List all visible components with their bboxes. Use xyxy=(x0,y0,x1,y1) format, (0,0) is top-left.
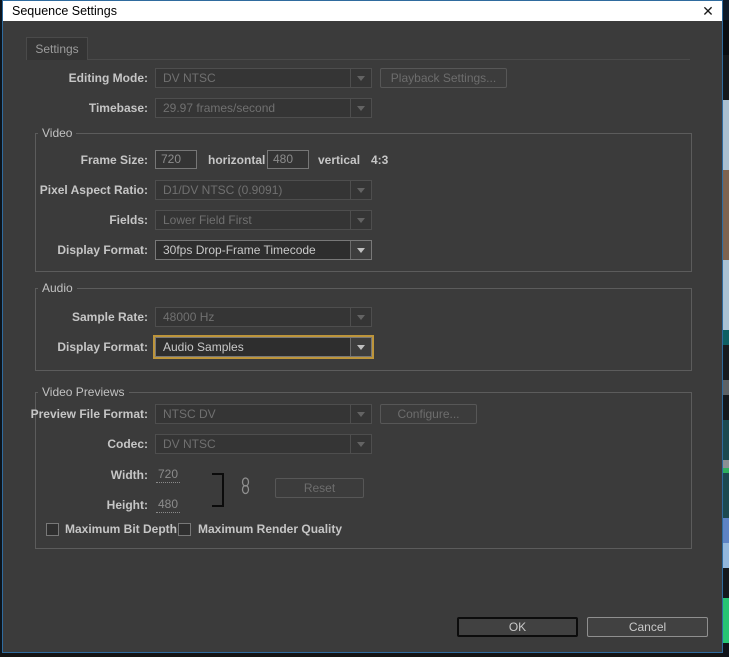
vertical-caption: vertical xyxy=(318,153,361,167)
playback-settings-button-label: Playback Settings... xyxy=(390,71,497,85)
chevron-down-icon xyxy=(350,435,371,453)
video-display-format-label: Display Format: xyxy=(57,243,148,257)
preview-width-value: 720 xyxy=(156,467,181,483)
maximum-bit-depth-checkbox[interactable] xyxy=(46,523,59,536)
editing-mode-label: Editing Mode: xyxy=(68,71,148,85)
video-group-label: Video xyxy=(38,126,77,140)
chevron-down-icon xyxy=(350,211,371,229)
video-display-format-dropdown[interactable]: 30fps Drop-Frame Timecode xyxy=(155,240,372,260)
reset-button-label: Reset xyxy=(303,481,336,495)
sample-rate-dropdown: 48000 Hz xyxy=(155,307,372,327)
ok-button-label: OK xyxy=(508,620,527,634)
frame-size-horizontal-input: 720 xyxy=(155,150,197,169)
preview-height-label: Height: xyxy=(106,498,148,512)
playback-settings-button: Playback Settings... xyxy=(380,68,507,88)
preview-file-format-label: Preview File Format: xyxy=(30,407,148,421)
cancel-button-label: Cancel xyxy=(628,620,667,634)
chevron-down-icon xyxy=(350,241,371,259)
audio-display-format-dropdown[interactable]: Audio Samples xyxy=(155,337,372,357)
audio-display-format-value: Audio Samples xyxy=(163,340,244,354)
chevron-down-icon xyxy=(350,181,371,199)
configure-button-label: Configure... xyxy=(397,407,460,421)
maximum-render-quality-checkbox[interactable] xyxy=(178,523,191,536)
tab-settings[interactable]: Settings xyxy=(26,37,88,60)
ok-button[interactable]: OK xyxy=(457,617,578,637)
preview-file-format-value: NTSC DV xyxy=(163,407,216,421)
cancel-button[interactable]: Cancel xyxy=(587,617,708,637)
dimension-link-bracket xyxy=(212,473,224,507)
background-app-strip xyxy=(723,0,729,657)
codec-label: Codec: xyxy=(107,437,148,451)
frame-size-vertical-input: 480 xyxy=(267,150,309,169)
dialog-title: Sequence Settings xyxy=(12,4,117,18)
codec-value: DV NTSC xyxy=(163,437,216,451)
timebase-dropdown: 29.97 frames/second xyxy=(155,98,372,118)
sequence-settings-dialog: Sequence Settings ✕ Settings Editing Mod… xyxy=(2,0,723,653)
pixel-aspect-ratio-label: Pixel Aspect Ratio: xyxy=(39,183,148,197)
maximum-bit-depth-label: Maximum Bit Depth xyxy=(65,522,178,536)
editing-mode-dropdown: DV NTSC xyxy=(155,68,372,88)
audio-display-format-label: Display Format: xyxy=(57,340,148,354)
audio-group xyxy=(35,288,692,371)
chevron-down-icon xyxy=(350,308,371,326)
background-app-edge-bottom xyxy=(0,653,723,657)
preview-width-value-wrap: 720 xyxy=(156,465,181,485)
close-icon[interactable]: ✕ xyxy=(699,2,717,20)
preview-file-format-dropdown: NTSC DV xyxy=(155,404,372,424)
dialog-body: Settings Editing Mode: DV NTSC Playback … xyxy=(3,21,722,652)
preview-width-label: Width: xyxy=(110,468,148,482)
fields-dropdown: Lower Field First xyxy=(155,210,372,230)
preview-height-value-wrap: 480 xyxy=(156,495,181,515)
chevron-down-icon xyxy=(350,99,371,117)
timebase-value: 29.97 frames/second xyxy=(163,101,276,115)
audio-group-label: Audio xyxy=(38,281,77,295)
codec-dropdown: DV NTSC xyxy=(155,434,372,454)
video-previews-group-label: Video Previews xyxy=(38,385,129,399)
video-display-format-value: 30fps Drop-Frame Timecode xyxy=(163,243,316,257)
horizontal-caption: horizontal xyxy=(208,153,266,167)
fields-label: Fields: xyxy=(109,213,148,227)
frame-size-label: Frame Size: xyxy=(80,153,148,167)
sample-rate-value: 48000 Hz xyxy=(163,310,215,324)
pixel-aspect-ratio-value: D1/DV NTSC (0.9091) xyxy=(163,183,283,197)
editing-mode-value: DV NTSC xyxy=(163,71,216,85)
aspect-ratio-value: 4:3 xyxy=(371,153,389,167)
pixel-aspect-ratio-dropdown: D1/DV NTSC (0.9091) xyxy=(155,180,372,200)
chevron-down-icon xyxy=(350,69,371,87)
sample-rate-label: Sample Rate: xyxy=(71,310,148,324)
link-chain-icon xyxy=(241,477,250,498)
configure-button: Configure... xyxy=(380,404,477,424)
chevron-down-icon xyxy=(350,338,371,356)
screen: Sequence Settings ✕ Settings Editing Mod… xyxy=(0,0,729,657)
fields-value: Lower Field First xyxy=(163,213,252,227)
preview-height-value: 480 xyxy=(156,497,181,513)
tab-strip-divider xyxy=(88,59,690,60)
maximum-render-quality-label: Maximum Render Quality xyxy=(198,522,343,536)
timebase-label: Timebase: xyxy=(88,101,148,115)
tab-settings-label: Settings xyxy=(35,42,79,56)
dialog-titlebar: Sequence Settings ✕ xyxy=(3,1,722,21)
chevron-down-icon xyxy=(350,405,371,423)
reset-button: Reset xyxy=(275,478,364,498)
